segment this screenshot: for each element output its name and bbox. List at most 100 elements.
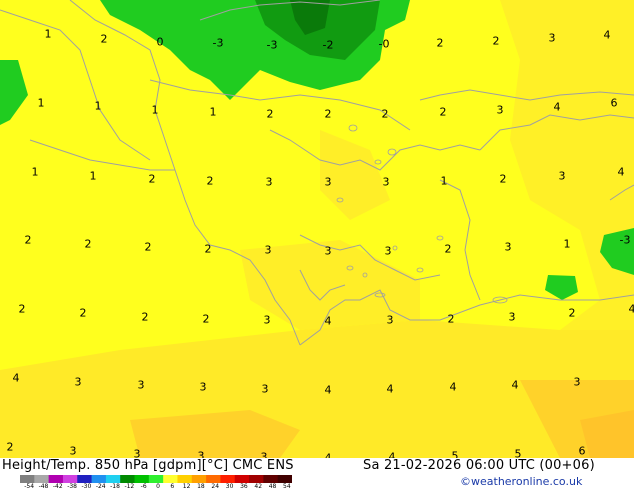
color-scale-swatch <box>220 475 235 483</box>
color-scale-swatch <box>92 475 107 483</box>
contour-label: 2 <box>325 109 332 120</box>
map-title: Height/Temp. 850 hPa [gdpm][°C] CMC ENS <box>2 458 294 473</box>
contour-label: 2 <box>382 109 389 120</box>
color-scale-tick: 12 <box>183 484 191 490</box>
contour-label: 3 <box>266 177 273 188</box>
color-scale-swatch <box>192 475 207 483</box>
contour-label: 4 <box>13 373 20 384</box>
contour-label: 6 <box>579 446 586 457</box>
contour-label: 2 <box>85 239 92 250</box>
contour-label: 4 <box>325 316 332 327</box>
contour-label: 3 <box>264 315 271 326</box>
color-scale-swatch <box>106 475 121 483</box>
contour-label: 2 <box>445 244 452 255</box>
contour-label: 2 <box>267 109 274 120</box>
contour-label: 3 <box>509 312 516 323</box>
contour-label: 1 <box>210 107 217 118</box>
map-footer: Height/Temp. 850 hPa [gdpm][°C] CMC ENS … <box>0 458 634 490</box>
contour-label: 3 <box>262 384 269 395</box>
color-scale-tick: -42 <box>53 484 63 490</box>
contour-label: 3 <box>265 245 272 256</box>
contour-label: 3 <box>505 242 512 253</box>
color-scale-tick: 54 <box>283 484 291 490</box>
contour-label: 2 <box>149 174 156 185</box>
contour-label: 3 <box>559 171 566 182</box>
color-scale-swatch <box>49 475 64 483</box>
contour-label: 1 <box>441 176 448 187</box>
contour-label: 3 <box>385 246 392 257</box>
contour-label: 2 <box>101 34 108 45</box>
color-scale-swatch <box>177 475 192 483</box>
contour-label: 2 <box>80 308 87 319</box>
contour-label: 3 <box>75 377 82 388</box>
temperature-field <box>0 0 634 458</box>
contour-label: 3 <box>387 315 394 326</box>
contour-label: 3 <box>134 449 141 459</box>
contour-label: 4 <box>618 167 625 178</box>
contour-label: 2 <box>145 242 152 253</box>
contour-label: 3 <box>70 446 77 457</box>
color-scale-swatch <box>263 475 278 483</box>
credit-link[interactable]: ©weatheronline.co.uk <box>460 475 582 488</box>
contour-label: 2 <box>440 107 447 118</box>
contour-label: 0 <box>157 37 164 48</box>
color-scale-tick: 42 <box>254 484 262 490</box>
color-scale-swatch <box>20 475 35 483</box>
contour-label: 1 <box>32 167 39 178</box>
contour-label: -3 <box>213 38 224 49</box>
contour-label: 4 <box>325 385 332 396</box>
contour-label: 2 <box>569 308 576 319</box>
color-scale-swatch <box>249 475 264 483</box>
color-scale-tick: 36 <box>240 484 248 490</box>
contour-label: 4 <box>450 382 457 393</box>
color-scale-tick: -54 <box>24 484 34 490</box>
color-scale-tick: -6 <box>141 484 147 490</box>
contour-label: 1 <box>45 29 52 40</box>
color-scale-tick: -12 <box>124 484 134 490</box>
contour-label: 6 <box>611 98 618 109</box>
color-scale-swatch <box>163 475 178 483</box>
contour-label: 1 <box>564 239 571 250</box>
map-valid-time: Sa 21-02-2026 06:00 UTC (00+06) <box>363 458 595 473</box>
color-scale-tick: 30 <box>226 484 234 490</box>
contour-label: 1 <box>38 98 45 109</box>
contour-label: 2 <box>493 36 500 47</box>
contour-label: 3 <box>383 177 390 188</box>
contour-label: -3 <box>267 40 278 51</box>
color-scale-swatch <box>77 475 92 483</box>
contour-label: 2 <box>448 314 455 325</box>
color-scale-tick: -30 <box>82 484 92 490</box>
color-scale-ticks: -54-48-42-38-30-24-18-12-606121824303642… <box>22 484 294 492</box>
weather-map: 120-3-3-2-022341111222234611223331234222… <box>0 0 634 458</box>
color-scale-tick: -38 <box>67 484 77 490</box>
color-scale-tick: -24 <box>96 484 106 490</box>
contour-label: 2 <box>7 442 14 453</box>
contour-label: 3 <box>138 380 145 391</box>
color-scale-tick: 18 <box>197 484 205 490</box>
contour-label: 1 <box>90 171 97 182</box>
color-scale-swatch <box>235 475 250 483</box>
contour-label: 2 <box>205 244 212 255</box>
contour-label: 2 <box>203 314 210 325</box>
contour-label: 5 <box>452 451 459 459</box>
contour-label: 4 <box>512 380 519 391</box>
contour-label: 3 <box>549 33 556 44</box>
color-scale-tick: -48 <box>39 484 49 490</box>
contour-label: 3 <box>198 451 205 459</box>
contour-label: 5 <box>515 449 522 459</box>
contour-label: 4 <box>387 384 394 395</box>
color-scale-swatch <box>149 475 164 483</box>
contour-label: 1 <box>152 105 159 116</box>
color-scale-tick: 24 <box>211 484 219 490</box>
contour-label: 2 <box>19 304 26 315</box>
color-scale-swatch <box>34 475 49 483</box>
color-scale-swatch <box>206 475 221 483</box>
color-scale-tick: 48 <box>269 484 277 490</box>
contour-label: 2 <box>142 312 149 323</box>
contour-label: 3 <box>325 246 332 257</box>
contour-label: 2 <box>500 174 507 185</box>
contour-label: 4 <box>604 30 611 41</box>
contour-label: -3 <box>620 235 631 246</box>
color-scale-swatch <box>278 475 292 483</box>
color-scale-tick: 6 <box>170 484 174 490</box>
